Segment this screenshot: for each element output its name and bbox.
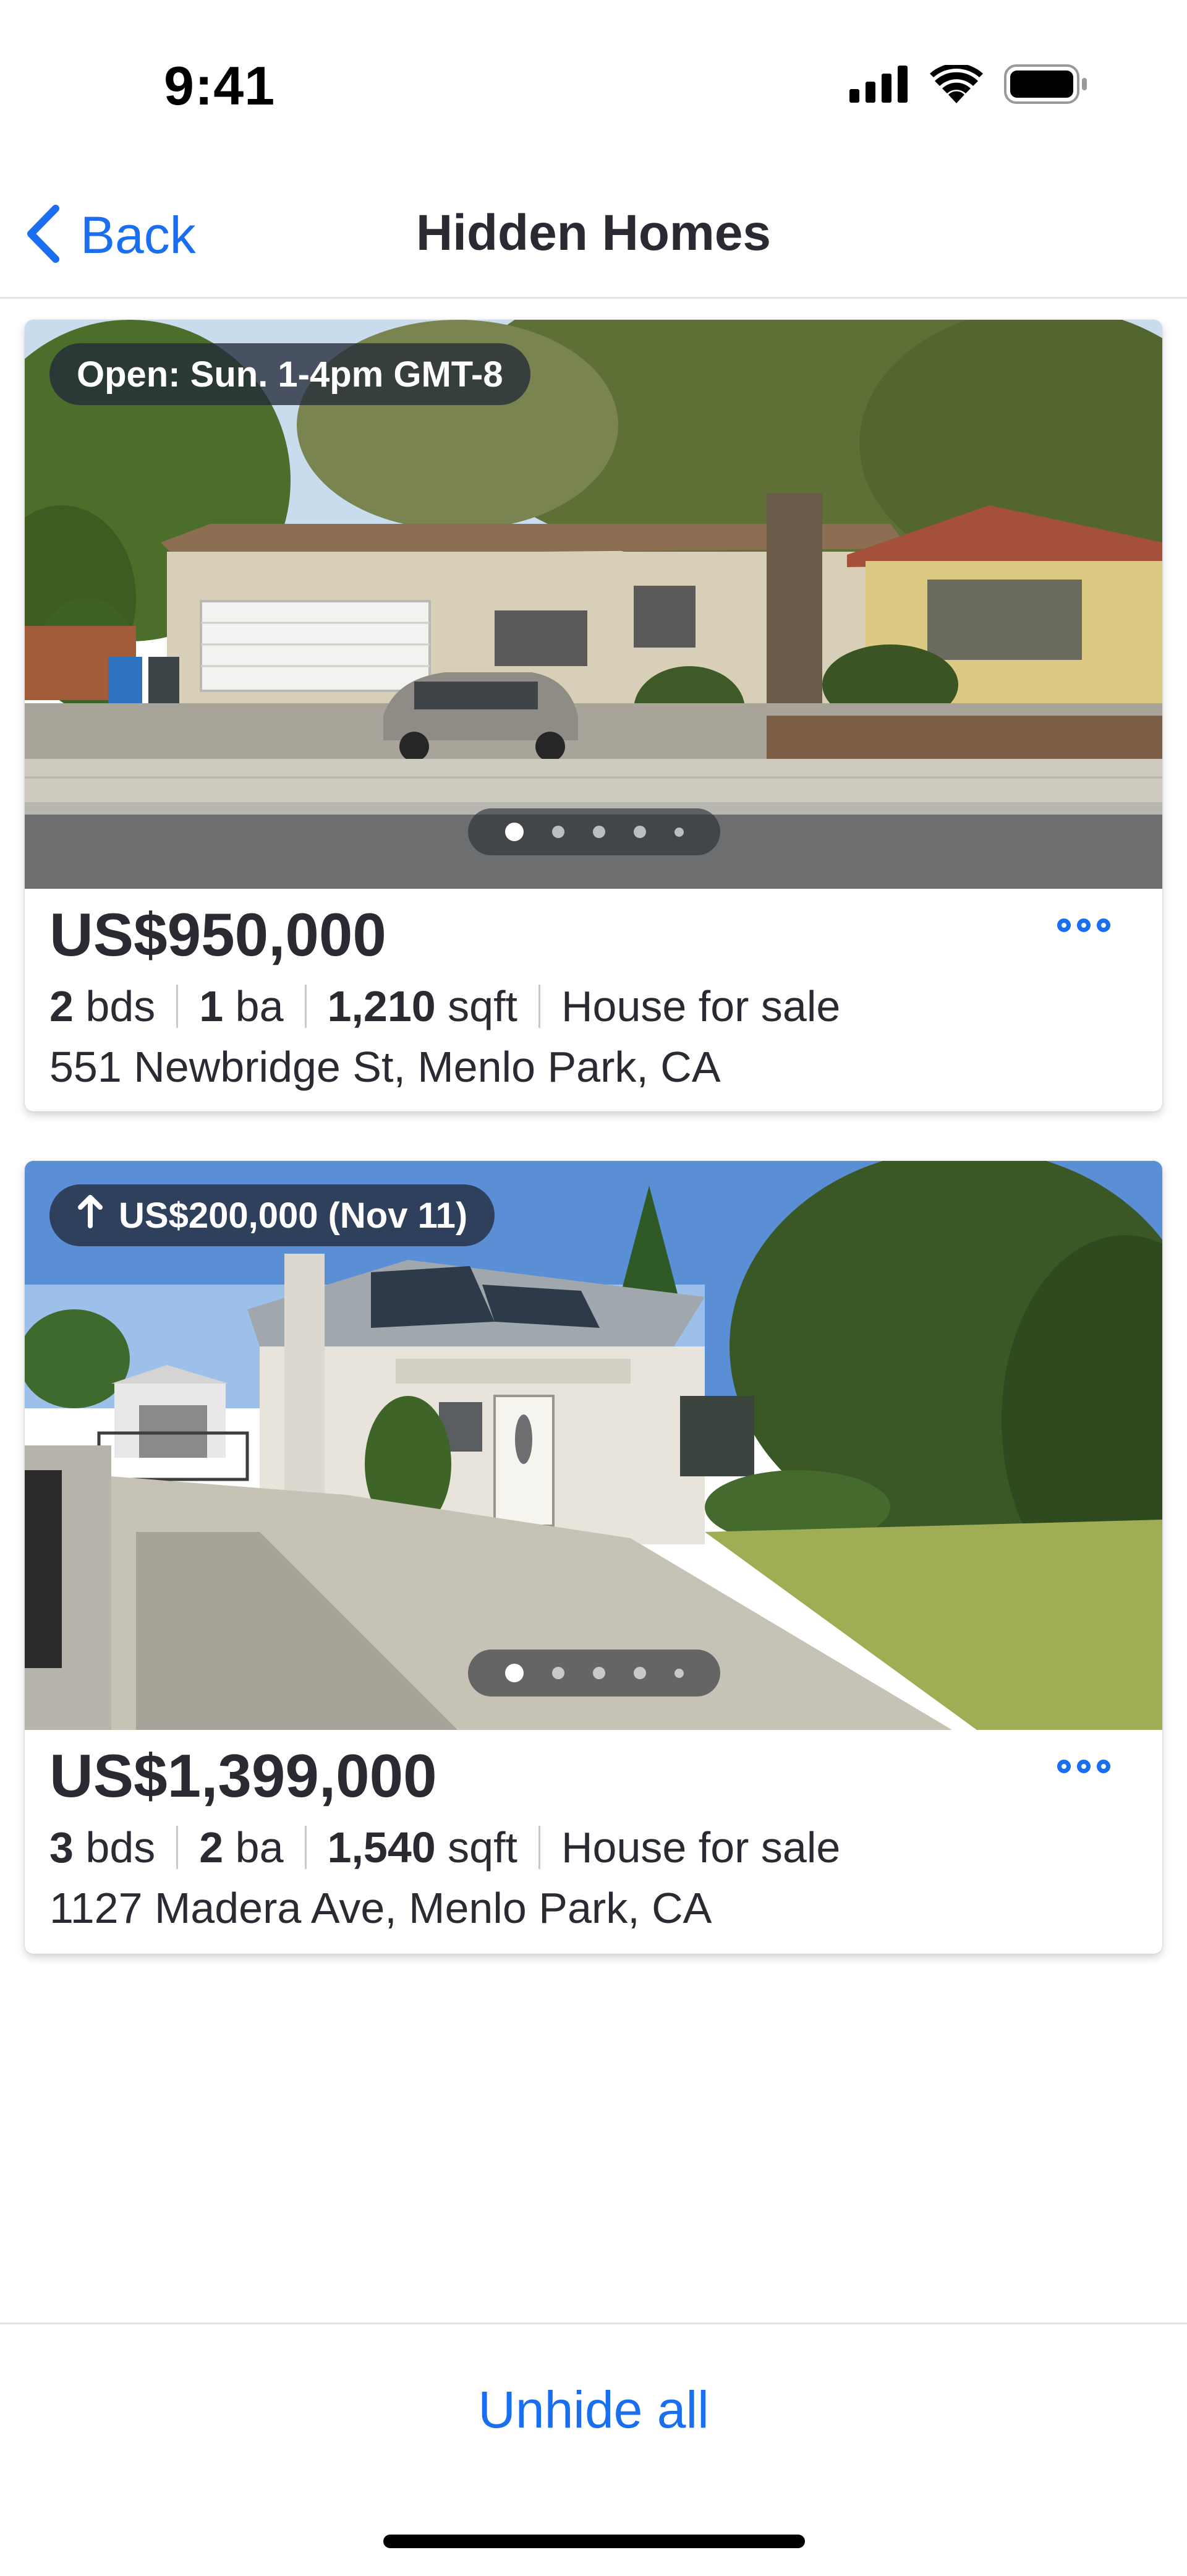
divider [538, 1826, 540, 1869]
carousel-dot[interactable] [633, 1667, 646, 1679]
sqft-label: sqft [448, 982, 517, 1030]
divider [304, 1826, 307, 1869]
more-icon [1057, 1760, 1071, 1773]
open-house-badge-text: Open: Sun. 1-4pm GMT-8 [77, 354, 503, 395]
more-options-button[interactable] [1057, 918, 1110, 932]
photo-carousel-indicator[interactable] [468, 808, 720, 855]
listing-price: US$1,399,000 [49, 1742, 437, 1810]
open-house-badge: Open: Sun. 1-4pm GMT-8 [49, 343, 530, 405]
carousel-dot[interactable] [633, 826, 646, 838]
sqft-value: 1,540 [327, 1823, 436, 1872]
more-options-button[interactable] [1057, 1760, 1110, 1773]
carousel-dot[interactable] [551, 1667, 564, 1679]
listing-card[interactable]: US$200,000 (Nov 11) US$1,399,000 3 bds 2… [25, 1161, 1162, 1954]
battery-icon [1004, 64, 1088, 107]
price-change-badge: US$200,000 (Nov 11) [49, 1184, 495, 1246]
carousel-dot[interactable] [674, 1668, 684, 1678]
divider [304, 985, 307, 1028]
listing-address: 551 Newbridge St, Menlo Park, CA [49, 1043, 721, 1091]
carousel-dot[interactable] [592, 826, 605, 838]
baths-label: ba [235, 982, 284, 1030]
wifi-icon [930, 63, 983, 106]
divider [176, 985, 179, 1028]
baths-count: 1 [199, 982, 224, 1030]
listing-card[interactable]: Open: Sun. 1-4pm GMT-8 US$950,000 2 bds … [25, 320, 1162, 1111]
more-icon [1077, 1760, 1091, 1773]
status-icons [849, 63, 1088, 107]
carousel-dot[interactable] [592, 1667, 605, 1679]
carousel-dot[interactable] [551, 826, 564, 838]
more-icon [1077, 918, 1091, 932]
listing-photo[interactable]: US$200,000 (Nov 11) [25, 1161, 1162, 1730]
page-title: Hidden Homes [415, 205, 772, 261]
listing-type: House for sale [561, 1823, 841, 1872]
listing-photo[interactable]: Open: Sun. 1-4pm GMT-8 [25, 320, 1162, 889]
home-indicator [383, 2535, 805, 2548]
listing-type: House for sale [561, 982, 841, 1030]
baths-label: ba [235, 1823, 284, 1872]
sqft-label: sqft [448, 1823, 517, 1872]
listing-facts: 3 bds 2 ba 1,540 sqft House for sale [49, 1823, 840, 1872]
house-photo-image [25, 1161, 1162, 1730]
navigation-bar: Back Hidden Homes [0, 173, 1187, 299]
divider [176, 1826, 179, 1869]
beds-label: bds [85, 1823, 156, 1872]
cellular-signal-icon [849, 66, 909, 106]
beds-label: bds [85, 982, 156, 1030]
more-icon [1097, 1760, 1110, 1773]
divider [538, 985, 540, 1028]
sqft-value: 1,210 [327, 982, 436, 1030]
unhide-all-button[interactable]: Unhide all [0, 2380, 1187, 2440]
listing-facts: 2 bds 1 ba 1,210 sqft House for sale [49, 982, 840, 1031]
price-change-text: US$200,000 (Nov 11) [119, 1195, 468, 1236]
beds-count: 2 [49, 982, 74, 1030]
status-time: 9:41 [164, 55, 276, 116]
more-icon [1097, 918, 1110, 932]
more-icon [1057, 918, 1071, 932]
listing-address: 1127 Madera Ave, Menlo Park, CA [49, 1884, 712, 1932]
house-photo-image [25, 320, 1162, 889]
photo-carousel-indicator[interactable] [468, 1650, 720, 1697]
carousel-dot[interactable] [674, 827, 684, 837]
arrow-up-icon [77, 1194, 104, 1237]
status-bar: 9:41 [0, 0, 1187, 173]
carousel-dot[interactable] [504, 823, 524, 841]
baths-count: 2 [199, 1823, 224, 1872]
carousel-dot[interactable] [504, 1664, 524, 1682]
listing-price: US$950,000 [49, 901, 386, 969]
beds-count: 3 [49, 1823, 74, 1872]
